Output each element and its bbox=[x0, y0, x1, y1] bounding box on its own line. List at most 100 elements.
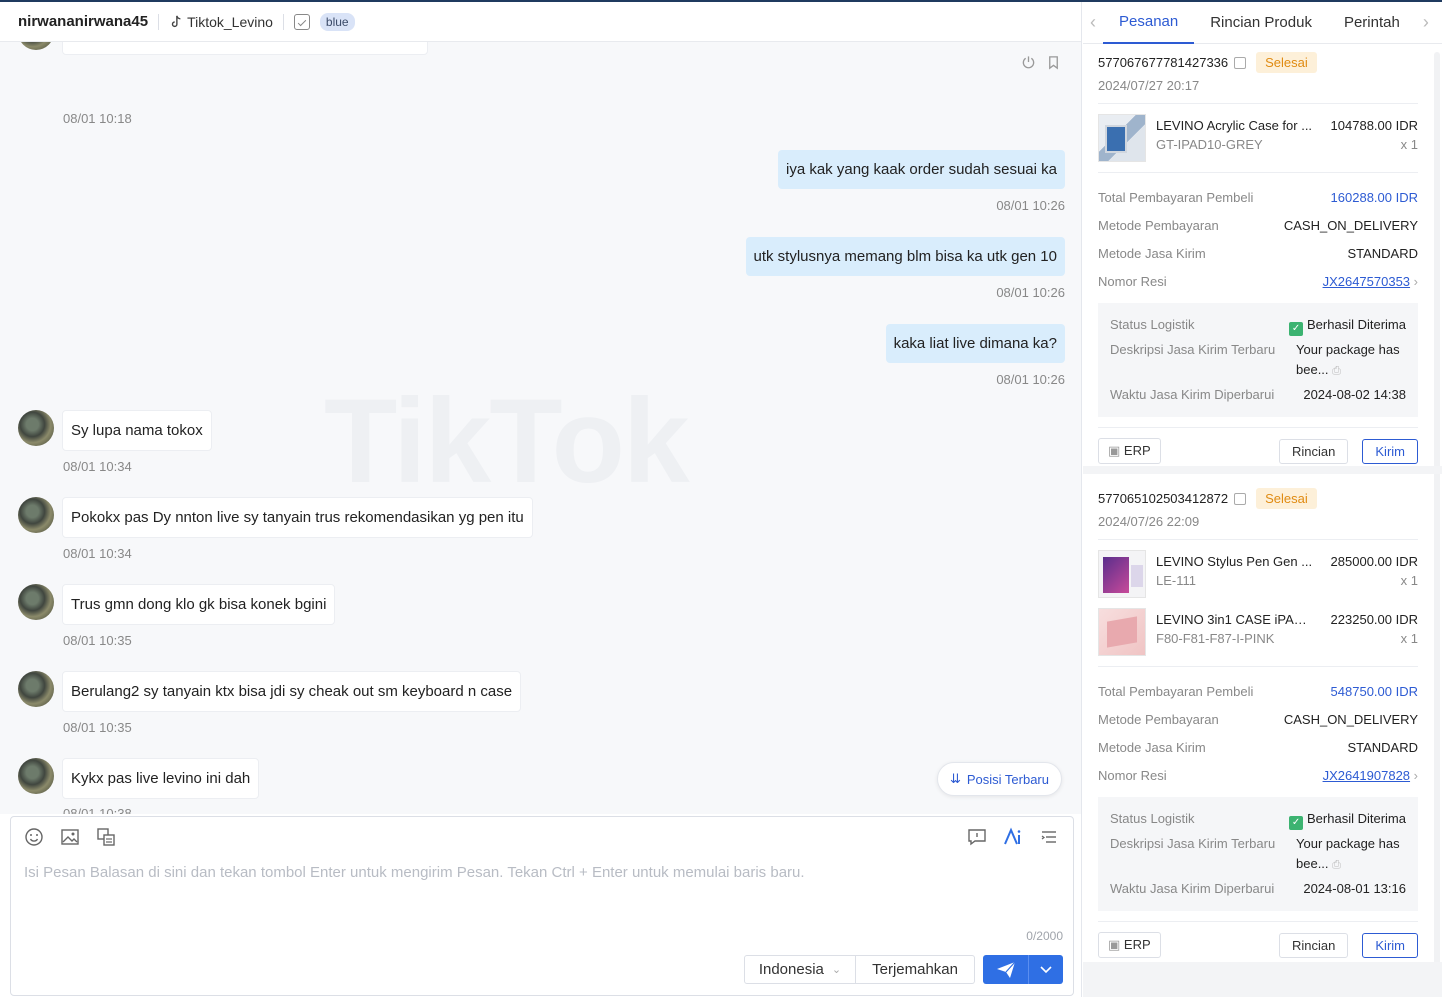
message-tools bbox=[1021, 55, 1061, 70]
product-name: LEVINO Acrylic Case for ... bbox=[1156, 118, 1313, 133]
product-name: LEVINO Stylus Pen Gen ... bbox=[1156, 554, 1313, 569]
copy-icon[interactable]: ⎙ bbox=[1332, 859, 1341, 871]
details-button[interactable]: Rincian bbox=[1279, 438, 1349, 464]
avatar[interactable] bbox=[18, 42, 54, 50]
translate-button[interactable]: Terjemahkan bbox=[856, 955, 975, 984]
divider bbox=[1098, 172, 1418, 173]
message-bubble[interactable]: Trus gmn dong klo gk bisa konek bgini bbox=[62, 584, 336, 625]
emoji-icon[interactable] bbox=[24, 827, 44, 847]
order-date: 2024/07/26 22:09 bbox=[1098, 514, 1200, 529]
resi-row: Nomor Resi JX2641907828 › bbox=[1098, 761, 1418, 789]
order-product[interactable]: LEVINO Acrylic Case for ... 104788.00 IDR… bbox=[1098, 114, 1418, 162]
message-bubble[interactable]: iya kak yang kaak order sudah sesuai ka bbox=[778, 150, 1065, 189]
message-bubble[interactable]: kaka liat live dimana ka? bbox=[885, 324, 1065, 363]
message-incoming: Kmrn pas live big ini bisa buat ipad 10 … bbox=[18, 42, 428, 55]
details-button[interactable]: Rincian bbox=[1279, 932, 1349, 958]
status-badge: Selesai bbox=[1256, 52, 1317, 73]
bookmark-icon[interactable] bbox=[1046, 55, 1061, 70]
send-order-button[interactable]: Kirim bbox=[1362, 438, 1418, 464]
composer-tools-left bbox=[24, 827, 116, 847]
product-price: 223250.00 IDR bbox=[1330, 612, 1418, 627]
char-counter: 0/2000 bbox=[1026, 929, 1063, 943]
avatar[interactable] bbox=[18, 584, 54, 620]
order-date: 2024/07/27 20:17 bbox=[1098, 78, 1200, 93]
product-image[interactable] bbox=[1098, 550, 1146, 598]
avatar[interactable] bbox=[18, 497, 54, 533]
product-sku: F80-F81-F87-I-PINK bbox=[1156, 631, 1275, 646]
send-options-button[interactable] bbox=[1028, 955, 1063, 984]
divider bbox=[1098, 666, 1418, 667]
product-card-icon[interactable] bbox=[96, 827, 116, 847]
order-button-group: Rincian Kirim bbox=[1279, 932, 1418, 958]
buyer-username[interactable]: nirwananirwana45 bbox=[18, 13, 148, 30]
product-image[interactable] bbox=[1098, 608, 1146, 656]
payment-row: Metode Pembayaran CASH_ON_DELIVERY bbox=[1098, 705, 1418, 733]
image-icon[interactable] bbox=[60, 827, 80, 847]
product-info: LEVINO Stylus Pen Gen ... 285000.00 IDR L… bbox=[1156, 550, 1418, 588]
jump-latest-button[interactable]: ⇊ Posisi Terbaru bbox=[936, 762, 1062, 796]
order-product[interactable]: LEVINO Stylus Pen Gen ... 285000.00 IDR L… bbox=[1098, 550, 1418, 598]
switch-icon[interactable] bbox=[293, 13, 310, 30]
tab-commands[interactable]: Perintah bbox=[1328, 2, 1416, 44]
chevron-left-icon[interactable]: ‹ bbox=[1083, 12, 1103, 33]
message-bubble[interactable]: Kmrn pas live big ini bisa buat ipad 10 … bbox=[62, 42, 428, 55]
message-outgoing: utk stylusnya memang blm bisa ka utk gen… bbox=[745, 237, 1065, 276]
copy-icon[interactable] bbox=[1234, 492, 1247, 505]
erp-button[interactable]: ▣ ERP bbox=[1098, 932, 1161, 958]
send-order-button[interactable]: Kirim bbox=[1362, 932, 1418, 958]
log-desc-value: Your package has bbox=[1296, 342, 1400, 357]
language-select[interactable]: Indonesia ⌄ bbox=[743, 955, 857, 984]
message-composer: Isi Pesan Balasan di sini dan tekan tomb… bbox=[10, 816, 1074, 996]
divider bbox=[1098, 921, 1418, 922]
sidebar-tabs: ‹ Pesanan Rincian Produk Perintah › bbox=[1083, 2, 1442, 44]
product-image[interactable] bbox=[1098, 114, 1146, 162]
buyer-tag[interactable]: blue bbox=[319, 12, 355, 31]
order-card: 577067677781427336 Selesai 2024/07/27 20… bbox=[1098, 52, 1418, 464]
quick-reply-icon[interactable] bbox=[1039, 827, 1059, 847]
message-input[interactable]: Isi Pesan Balasan di sini dan tekan tomb… bbox=[24, 864, 805, 881]
language-value: Indonesia bbox=[758, 961, 824, 978]
message-incoming: Trus gmn dong klo gk bisa konek bgini bbox=[18, 584, 336, 625]
avatar[interactable] bbox=[18, 671, 54, 707]
message-time: 08/01 10:35 bbox=[63, 633, 132, 648]
tab-orders[interactable]: Pesanan bbox=[1103, 2, 1195, 44]
chevron-right-icon[interactable]: › bbox=[1416, 12, 1436, 33]
copy-icon[interactable] bbox=[1234, 56, 1247, 69]
total-row: Total Pembayaran Pembeli 548750.00 IDR bbox=[1098, 677, 1418, 705]
shop-label: Tiktok_Levino bbox=[187, 13, 273, 30]
product-qty: x 1 bbox=[1400, 137, 1418, 152]
erp-button[interactable]: ▣ ERP bbox=[1098, 438, 1161, 464]
message-list[interactable]: TikTok Kmrn pas live big ini bisa buat i… bbox=[0, 42, 1081, 814]
tracking-link[interactable]: JX2647570353 bbox=[1323, 274, 1410, 289]
tab-product-details[interactable]: Rincian Produk bbox=[1194, 2, 1328, 44]
message-incoming: Pokokx pas Dy nnton live sy tanyain trus… bbox=[18, 497, 533, 538]
message-bubble[interactable]: Berulang2 sy tanyain ktx bisa jdi sy che… bbox=[62, 671, 522, 712]
avatar[interactable] bbox=[18, 410, 54, 446]
message-bubble[interactable]: Kykx pas live levino ini dah bbox=[62, 758, 260, 799]
message-outgoing: iya kak yang kaak order sudah sesuai ka bbox=[778, 150, 1065, 189]
divider bbox=[1098, 539, 1418, 540]
send-button[interactable] bbox=[983, 955, 1028, 984]
copy-icon[interactable]: ⎙ bbox=[1332, 365, 1341, 377]
order-product[interactable]: LEVINO 3in1 CASE iPAD ... 223250.00 IDR F… bbox=[1098, 608, 1418, 656]
order-button-group: Rincian Kirim bbox=[1279, 438, 1418, 464]
feedback-icon[interactable] bbox=[967, 827, 987, 847]
avatar[interactable] bbox=[18, 758, 54, 794]
message-bubble[interactable]: Sy lupa nama tokox bbox=[62, 410, 212, 451]
tracking-link[interactable]: JX2641907828 bbox=[1323, 768, 1410, 783]
app-window: nirwananirwana45 Tiktok_Levino blue TikT… bbox=[0, 0, 1442, 997]
power-icon[interactable] bbox=[1021, 55, 1036, 70]
tiktok-watermark: TikTok bbox=[324, 374, 690, 508]
product-qty: x 1 bbox=[1400, 573, 1418, 588]
cube-icon: ▣ bbox=[1108, 937, 1121, 952]
logistic-box: Status Logistik ✓ Berhasil Diterima Deskri… bbox=[1098, 303, 1418, 417]
sidebar-scrollbar[interactable] bbox=[1434, 52, 1440, 992]
message-bubble[interactable]: Pokokx pas Dy nnton live sy tanyain trus… bbox=[62, 497, 533, 538]
message-bubble[interactable]: utk stylusnya memang blm bisa ka utk gen… bbox=[745, 237, 1065, 276]
resi-label: Nomor Resi bbox=[1098, 767, 1167, 783]
ai-assistant-icon[interactable] bbox=[1003, 827, 1023, 847]
erp-label: ERP bbox=[1123, 937, 1151, 952]
order-id: 577065102503412872 bbox=[1098, 491, 1229, 506]
product-info: LEVINO 3in1 CASE iPAD ... 223250.00 IDR F… bbox=[1156, 608, 1418, 646]
composer-tools-right bbox=[967, 827, 1059, 847]
